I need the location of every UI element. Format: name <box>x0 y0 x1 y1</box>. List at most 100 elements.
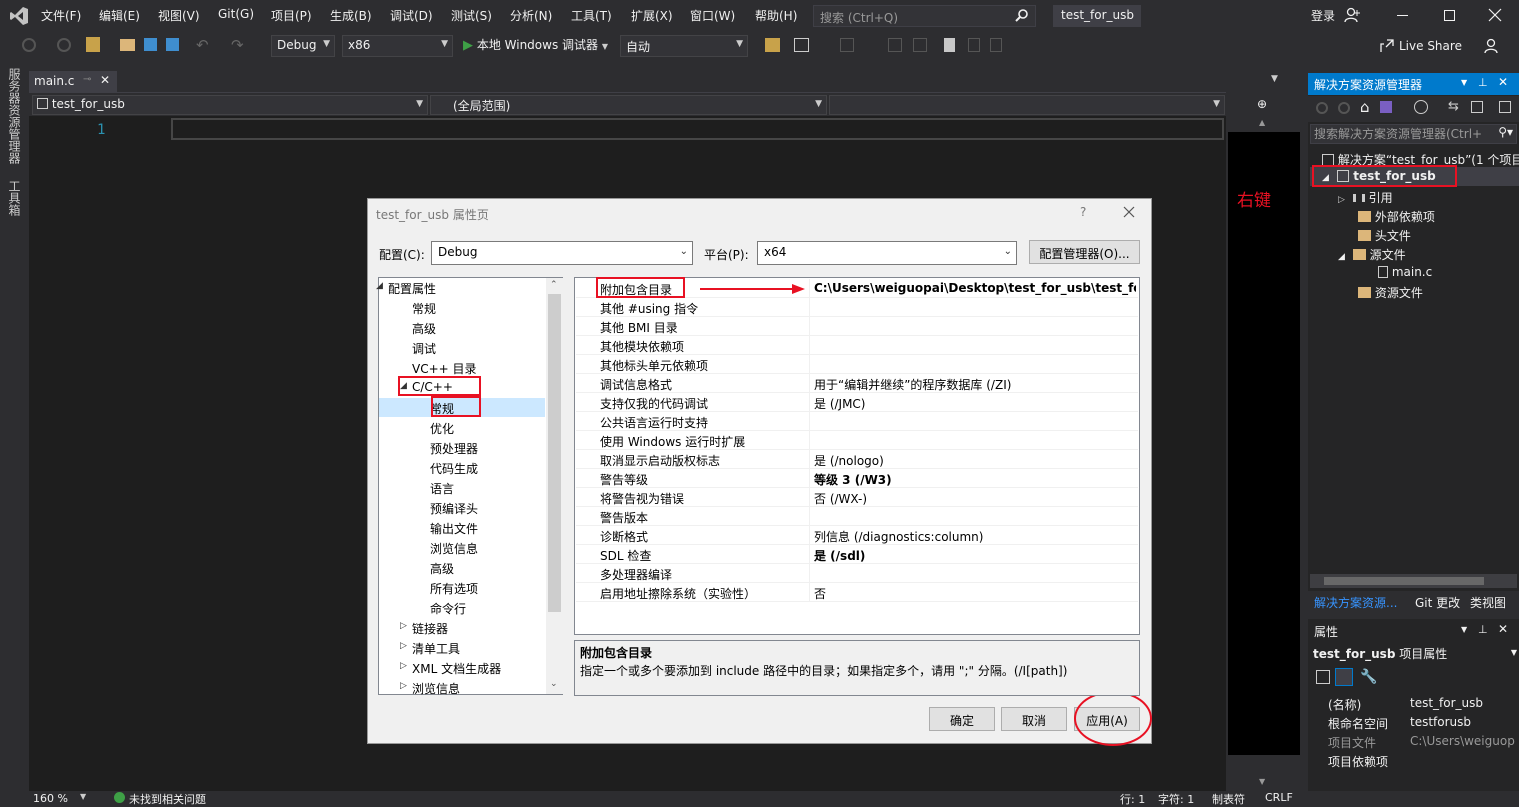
tab-solution-explorer[interactable]: 解决方案资源... <box>1314 594 1397 611</box>
forward-icon[interactable] <box>57 38 71 52</box>
property-value[interactable]: 否 (/WX-) <box>814 490 867 507</box>
column-divider[interactable] <box>809 488 810 507</box>
property-row[interactable]: 其他 #using 指令 <box>576 298 1138 317</box>
property-row[interactable]: 公共语言运行时支持 <box>576 412 1138 431</box>
alphabetical-icon[interactable] <box>1335 668 1353 686</box>
menu-build[interactable]: 生成(B) <box>330 7 372 24</box>
menu-project[interactable]: 项目(P) <box>271 7 312 24</box>
menu-help[interactable]: 帮助(H) <box>755 7 797 24</box>
split-icon[interactable]: ⊕ <box>1257 97 1267 111</box>
pin-icon[interactable]: ⊥ <box>1478 76 1488 89</box>
config-tree-item[interactable]: 语言 <box>430 480 454 497</box>
menu-test[interactable]: 测试(S) <box>451 7 492 24</box>
property-value[interactable]: 用于“编辑并继续”的程序数据库 (/ZI) <box>814 376 1011 393</box>
categorized-icon[interactable] <box>1316 670 1330 684</box>
nav-member-combo[interactable]: ▼ <box>829 95 1225 115</box>
property-row[interactable]: 支持仅我的代码调试 是 (/JMC) <box>576 393 1138 412</box>
tree-main-c[interactable]: main.c <box>1378 265 1432 279</box>
forward-icon[interactable] <box>1338 102 1350 114</box>
hot-reload-icon[interactable] <box>765 38 780 52</box>
chevron-down-icon[interactable]: ▼ <box>80 792 86 801</box>
redo-icon[interactable]: ↷ <box>231 36 244 54</box>
column-divider[interactable] <box>809 336 810 355</box>
collapsed-icon[interactable]: ▷ <box>400 621 407 631</box>
search-input[interactable]: 搜索 (Ctrl+Q) <box>813 5 1036 27</box>
undo-icon[interactable]: ↶ <box>196 36 209 54</box>
property-value[interactable]: 是 (/JMC) <box>814 395 866 412</box>
tree-headers[interactable]: 头文件 <box>1358 227 1411 244</box>
collapsed-icon[interactable]: ▷ <box>400 681 407 691</box>
prop-value-project-file[interactable]: C:\Users\weiguop <box>1410 734 1517 748</box>
menu-git[interactable]: Git(G) <box>218 7 254 21</box>
open-folder-icon[interactable] <box>120 39 135 51</box>
pin-icon[interactable]: ⊥ <box>1478 623 1488 636</box>
config-combo[interactable]: Debug ▼ <box>271 35 335 57</box>
config-tree-item[interactable]: ▷ 浏览信息 <box>400 680 460 697</box>
property-value[interactable]: C:\Users\weiguopai\Desktop\test_for_usb\… <box>814 281 1136 295</box>
tree-external-deps[interactable]: 外部依赖项 <box>1358 208 1435 225</box>
account-icon[interactable] <box>1344 7 1360 23</box>
prop-row-namespace[interactable]: 根命名空间 <box>1328 715 1388 732</box>
save-icon[interactable] <box>144 38 157 51</box>
server-explorer-tab[interactable]: 服务器资源管理器 <box>6 68 23 164</box>
tree-scrollbar[interactable]: ⌃ ⌄ <box>546 278 563 694</box>
history-icon[interactable] <box>1414 100 1428 114</box>
config-tree-item[interactable]: 预编译头 <box>430 500 478 517</box>
home-icon[interactable]: ⌂ <box>1360 98 1370 116</box>
column-divider[interactable] <box>809 317 810 336</box>
close-tab-icon[interactable]: ✕ <box>100 73 110 87</box>
scroll-up-icon[interactable]: ▲ <box>1259 118 1265 127</box>
property-row[interactable]: 其他模块依赖项 <box>576 336 1138 355</box>
menu-analyze[interactable]: 分析(N) <box>510 7 552 24</box>
start-debug-button[interactable]: ▶ 本地 Windows 调试器 ▼ <box>463 36 608 53</box>
live-share-icon[interactable] <box>1380 39 1394 53</box>
tree-sources[interactable]: ◢ 源文件 <box>1338 246 1406 263</box>
scroll-down-icon[interactable]: ⌄ <box>550 679 558 689</box>
column-divider[interactable] <box>809 564 810 583</box>
back-icon[interactable] <box>1316 102 1328 114</box>
solution-search-input[interactable]: 搜索解决方案资源管理器(Ctrl+ ⚲▾ <box>1310 124 1517 144</box>
close-window-icon[interactable] <box>1488 8 1502 22</box>
property-row[interactable]: 调试信息格式 用于“编辑并继续”的程序数据库 (/ZI) <box>576 374 1138 393</box>
config-tree-item[interactable]: 高级 <box>430 560 454 577</box>
bookmark-icon[interactable] <box>944 38 955 52</box>
property-row[interactable]: 警告版本 <box>576 507 1138 526</box>
ok-button[interactable]: 确定 <box>929 707 995 731</box>
column-divider[interactable] <box>809 355 810 374</box>
config-tree-item[interactable]: ◢ 配置属性 <box>376 280 436 297</box>
vs-icon[interactable] <box>1380 101 1392 113</box>
property-row[interactable]: 将警告视为错误 否 (/WX-) <box>576 488 1138 507</box>
uncomment-icon[interactable] <box>913 38 927 52</box>
maximize-icon[interactable] <box>1444 10 1455 21</box>
platform-combo[interactable]: x86 ▼ <box>342 35 453 57</box>
menu-debug[interactable]: 调试(D) <box>390 7 433 24</box>
column-divider[interactable] <box>809 526 810 545</box>
comment-icon[interactable] <box>888 38 902 52</box>
properties-object-combo[interactable]: test_for_usb 项目属性 ▼ <box>1313 645 1517 663</box>
minimize-icon[interactable] <box>1397 15 1408 16</box>
dialog-platform-combo[interactable]: x64 ⌄ <box>757 241 1017 265</box>
toolbox-tab[interactable]: 工具箱 <box>6 180 23 216</box>
config-tree-item[interactable]: 预处理器 <box>430 440 478 457</box>
back-icon[interactable] <box>22 38 36 52</box>
scroll-down-icon[interactable]: ▼ <box>1259 777 1265 786</box>
config-tree-item[interactable]: 代码生成 <box>430 460 478 477</box>
property-row[interactable]: 警告等级 等级 3 (/W3) <box>576 469 1138 488</box>
column-divider[interactable] <box>809 431 810 450</box>
column-divider[interactable] <box>809 393 810 412</box>
property-value[interactable]: 列信息 (/diagnostics:column) <box>814 528 983 545</box>
column-divider[interactable] <box>809 583 810 602</box>
config-manager-button[interactable]: 配置管理器(O)... <box>1029 240 1140 264</box>
bookmark-prev-icon[interactable] <box>968 38 980 52</box>
collapsed-icon[interactable]: ▷ <box>400 661 407 671</box>
save-all-icon[interactable] <box>166 38 179 51</box>
tree-references[interactable]: ▷ 引用 <box>1338 189 1393 206</box>
minimap[interactable] <box>1228 132 1300 755</box>
property-value[interactable]: 是 (/nologo) <box>814 452 884 469</box>
property-row[interactable]: 启用地址擦除系统（实验性） 否 <box>576 583 1138 602</box>
config-tree-item[interactable]: ▷ 清单工具 <box>400 640 460 657</box>
menu-view[interactable]: 视图(V) <box>158 7 200 24</box>
cancel-button[interactable]: 取消 <box>1001 707 1067 731</box>
tree-resources[interactable]: 资源文件 <box>1358 284 1423 301</box>
config-tree-item[interactable]: 命令行 <box>430 600 466 617</box>
